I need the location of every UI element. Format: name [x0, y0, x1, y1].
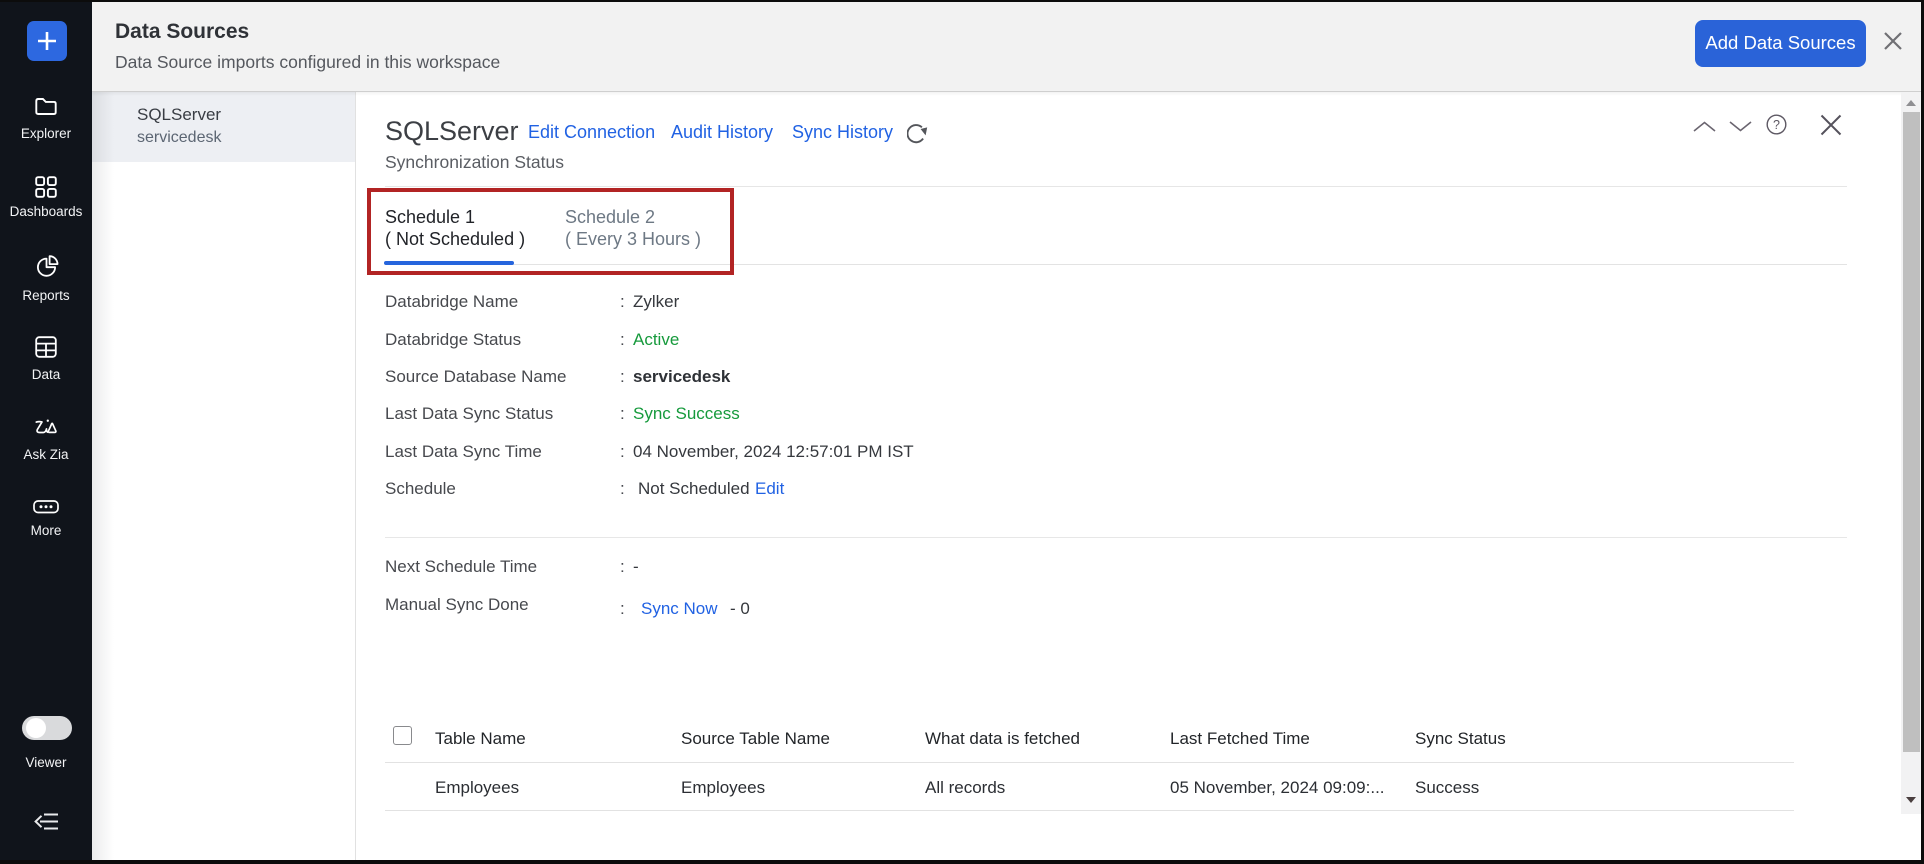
svg-text:?: ? [1773, 118, 1780, 132]
